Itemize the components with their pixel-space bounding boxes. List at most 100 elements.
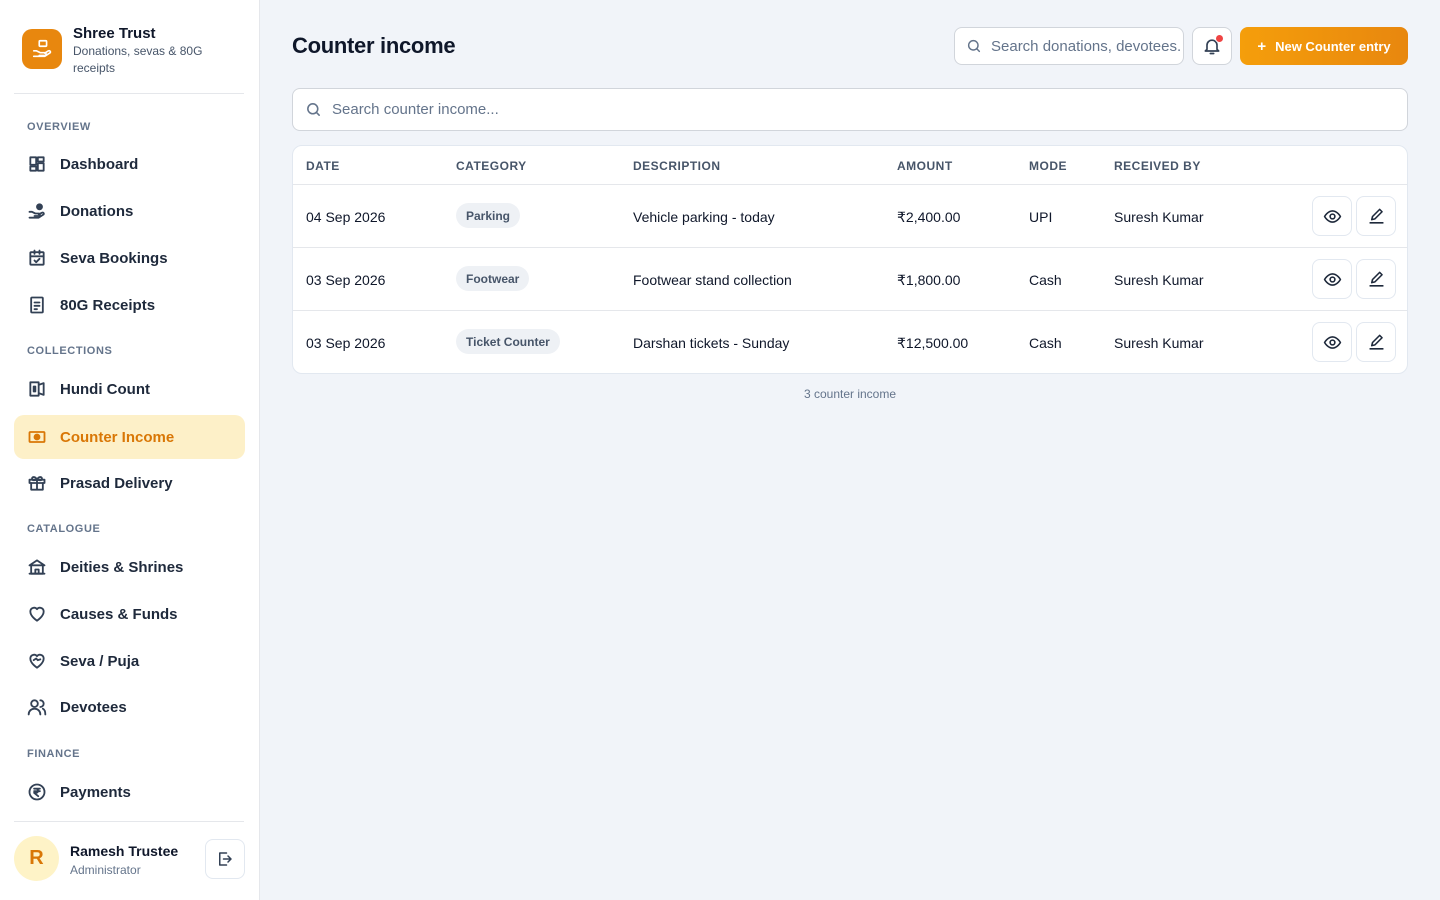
view-button[interactable] bbox=[1312, 196, 1352, 236]
category-badge: Footwear bbox=[456, 266, 530, 291]
cell-mode: Cash bbox=[1029, 335, 1062, 351]
sidebar-item-label: Dashboard bbox=[60, 155, 139, 173]
edit-button[interactable] bbox=[1356, 196, 1396, 236]
sidebar-item-80g-receipts[interactable]: 80G Receipts bbox=[14, 283, 245, 327]
sidebar-item-seva-bookings[interactable]: Seva Bookings bbox=[14, 236, 245, 280]
eye-icon bbox=[1323, 335, 1341, 349]
counter-income-table: DATE CATEGORY DESCRIPTION AMOUNT MODE RE… bbox=[292, 145, 1408, 374]
sidebar-item-label: Devotees bbox=[60, 698, 127, 716]
global-search-input[interactable] bbox=[991, 37, 1181, 55]
cell-date: 03 Sep 2026 bbox=[306, 335, 386, 351]
cell-date: 04 Sep 2026 bbox=[306, 209, 386, 225]
view-button[interactable] bbox=[1312, 259, 1352, 299]
new-counter-entry-label: New Counter entry bbox=[1275, 38, 1391, 54]
new-counter-entry-button[interactable]: + New Counter entry bbox=[1240, 27, 1408, 65]
section-label-collections: COLLECTIONS bbox=[27, 345, 113, 357]
pencil-icon bbox=[1368, 271, 1384, 287]
sidebar-item-seva-puja[interactable]: Seva / Puja bbox=[14, 639, 245, 683]
sidebar-item-label: Payments bbox=[60, 783, 131, 801]
cell-amount: ₹12,500.00 bbox=[897, 335, 969, 351]
counter-income-search[interactable] bbox=[292, 88, 1408, 131]
sidebar-item-label: Causes & Funds bbox=[60, 605, 178, 623]
sidebar-item-donations[interactable]: Donations bbox=[14, 189, 245, 233]
eye-icon bbox=[1323, 209, 1341, 223]
pencil-icon bbox=[1368, 334, 1384, 350]
hundi-icon bbox=[27, 379, 47, 399]
sidebar-item-prasad-delivery[interactable]: Prasad Delivery bbox=[14, 461, 245, 505]
sidebar-item-label: Hundi Count bbox=[60, 380, 150, 398]
column-header-amount[interactable]: AMOUNT bbox=[897, 159, 953, 173]
brand-subtitle: Donations, sevas & 80G receipts bbox=[73, 44, 203, 75]
column-header-date[interactable]: DATE bbox=[306, 159, 340, 173]
search-icon bbox=[307, 103, 320, 116]
cell-description: Vehicle parking - today bbox=[633, 209, 775, 225]
table-row[interactable]: 03 Sep 2026 Footwear Footwear stand coll… bbox=[293, 248, 1407, 311]
column-header-description[interactable]: DESCRIPTION bbox=[633, 159, 721, 173]
calendar-icon bbox=[27, 248, 47, 268]
heart-icon bbox=[27, 604, 47, 624]
sidebar-item-label: Seva Bookings bbox=[60, 249, 168, 267]
pencil-icon bbox=[1368, 208, 1384, 224]
gift-icon bbox=[27, 473, 47, 493]
column-header-category[interactable]: CATEGORY bbox=[456, 159, 527, 173]
sidebar-item-devotees[interactable]: Devotees bbox=[14, 685, 245, 729]
category-badge: Ticket Counter bbox=[456, 329, 560, 354]
sidebar-item-dashboard[interactable]: Dashboard bbox=[14, 142, 245, 186]
search-icon bbox=[967, 39, 981, 53]
notifications-button[interactable] bbox=[1192, 27, 1232, 65]
edit-button[interactable] bbox=[1356, 322, 1396, 362]
table-row[interactable]: 03 Sep 2026 Ticket Counter Darshan ticke… bbox=[293, 311, 1407, 373]
avatar[interactable]: R bbox=[14, 836, 59, 881]
cell-description: Darshan tickets - Sunday bbox=[633, 335, 790, 351]
sidebar: Shree Trust Donations, sevas & 80G recei… bbox=[0, 0, 260, 900]
cell-amount: ₹1,800.00 bbox=[897, 272, 961, 288]
cell-mode: Cash bbox=[1029, 272, 1062, 288]
sidebar-item-label: Donations bbox=[60, 202, 134, 220]
hand-coin-icon bbox=[27, 201, 47, 221]
edit-button[interactable] bbox=[1356, 259, 1396, 299]
sidebar-item-label: Counter Income bbox=[60, 428, 175, 446]
logout-icon bbox=[219, 852, 232, 866]
sidebar-item-payments[interactable]: Payments bbox=[14, 770, 245, 814]
sidebar-item-deities-shrines[interactable]: Deities & Shrines bbox=[14, 545, 245, 589]
section-label-finance: FINANCE bbox=[27, 748, 81, 760]
brand[interactable]: Shree Trust Donations, sevas & 80G recei… bbox=[22, 24, 244, 76]
section-label-overview: OVERVIEW bbox=[27, 121, 91, 133]
rupee-circle-icon bbox=[27, 782, 47, 802]
heart-handshake-icon bbox=[27, 651, 47, 671]
receipt-icon bbox=[27, 295, 47, 315]
plus-icon: + bbox=[1257, 37, 1267, 55]
row-count: 3 counter income bbox=[803, 387, 897, 401]
cell-received-by: Suresh Kumar bbox=[1114, 209, 1204, 225]
user-role: Administrator bbox=[70, 863, 141, 877]
cell-date: 03 Sep 2026 bbox=[306, 272, 386, 288]
cell-received-by: Suresh Kumar bbox=[1114, 335, 1204, 351]
user-name: Ramesh Trustee bbox=[70, 843, 179, 859]
column-header-received-by[interactable]: RECEIVED BY bbox=[1114, 159, 1201, 173]
temple-icon bbox=[27, 557, 47, 577]
logout-button[interactable] bbox=[205, 839, 245, 879]
table-header: DATE CATEGORY DESCRIPTION AMOUNT MODE RE… bbox=[293, 146, 1407, 185]
column-header-mode[interactable]: MODE bbox=[1029, 159, 1067, 173]
sidebar-item-label: Prasad Delivery bbox=[60, 474, 173, 492]
page-title: Counter income bbox=[292, 33, 456, 58]
sidebar-item-label: 80G Receipts bbox=[60, 296, 156, 314]
notification-dot bbox=[1215, 34, 1224, 43]
global-search[interactable] bbox=[954, 27, 1184, 65]
view-button[interactable] bbox=[1312, 322, 1352, 362]
counter-income-search-input[interactable] bbox=[332, 101, 1382, 118]
hand-coin-logo-icon bbox=[22, 29, 62, 69]
dashboard-icon bbox=[27, 154, 47, 174]
users-icon bbox=[27, 697, 47, 717]
brand-name: Shree Trust bbox=[73, 25, 156, 42]
sidebar-item-causes-funds[interactable]: Causes & Funds bbox=[14, 592, 245, 636]
divider bbox=[14, 821, 244, 822]
eye-icon bbox=[1323, 272, 1341, 286]
sidebar-item-label: Seva / Puja bbox=[60, 652, 140, 670]
sidebar-item-counter-income[interactable]: Counter Income bbox=[14, 415, 245, 459]
sidebar-item-hundi-count[interactable]: Hundi Count bbox=[14, 367, 245, 411]
cell-mode: UPI bbox=[1029, 209, 1053, 225]
section-label-catalogue: CATALOGUE bbox=[27, 523, 101, 535]
category-badge: Parking bbox=[456, 203, 521, 228]
table-row[interactable]: 04 Sep 2026 Parking Vehicle parking - to… bbox=[293, 185, 1407, 248]
